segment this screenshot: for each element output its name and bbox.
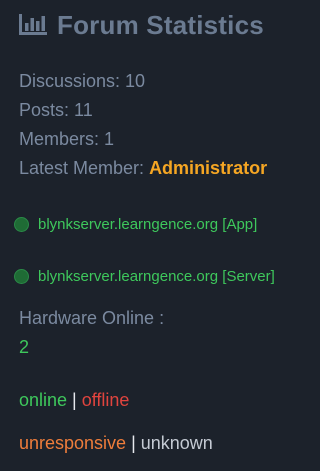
discussions-count: Discussions: 10 <box>19 71 146 91</box>
status-dot-icon <box>14 217 29 232</box>
legend-online: online <box>19 390 68 410</box>
legend-offline: offline <box>81 390 130 410</box>
hardware-online-label: Hardware Online : <box>19 308 165 328</box>
status-legend-row-1: online | offline <box>19 390 129 411</box>
latest-member-label: Latest Member: <box>19 158 150 178</box>
server-status-app[interactable]: blynkserver.learngence.org [App] <box>14 216 257 233</box>
server-label-server: blynkserver.learngence.org [Server] <box>38 268 275 285</box>
server-label-app: blynkserver.learngence.org [App] <box>38 216 258 233</box>
legend-separator: | <box>67 390 82 410</box>
panel-title: Forum Statistics <box>18 8 264 42</box>
posts-count: Posts: 11 <box>19 100 93 120</box>
legend-unresponsive: unresponsive <box>19 433 127 453</box>
status-legend-row-2: unresponsive | unknown <box>19 433 213 454</box>
latest-member-link[interactable]: Administrator <box>149 158 267 178</box>
forum-statistics-panel: Forum Statistics Discussions: 10 Posts: … <box>0 0 320 471</box>
latest-member: Latest Member: Administrator <box>19 158 267 179</box>
bar-chart-icon <box>19 14 47 35</box>
panel-title-text: Forum Statistics <box>57 9 264 40</box>
server-status-server[interactable]: blynkserver.learngence.org [Server] <box>14 268 275 285</box>
status-dot-icon <box>14 269 29 284</box>
hardware-online-count: 2 <box>19 337 30 357</box>
legend-separator: | <box>126 433 141 453</box>
members-count: Members: 1 <box>19 129 115 149</box>
legend-unknown: unknown <box>140 433 213 453</box>
